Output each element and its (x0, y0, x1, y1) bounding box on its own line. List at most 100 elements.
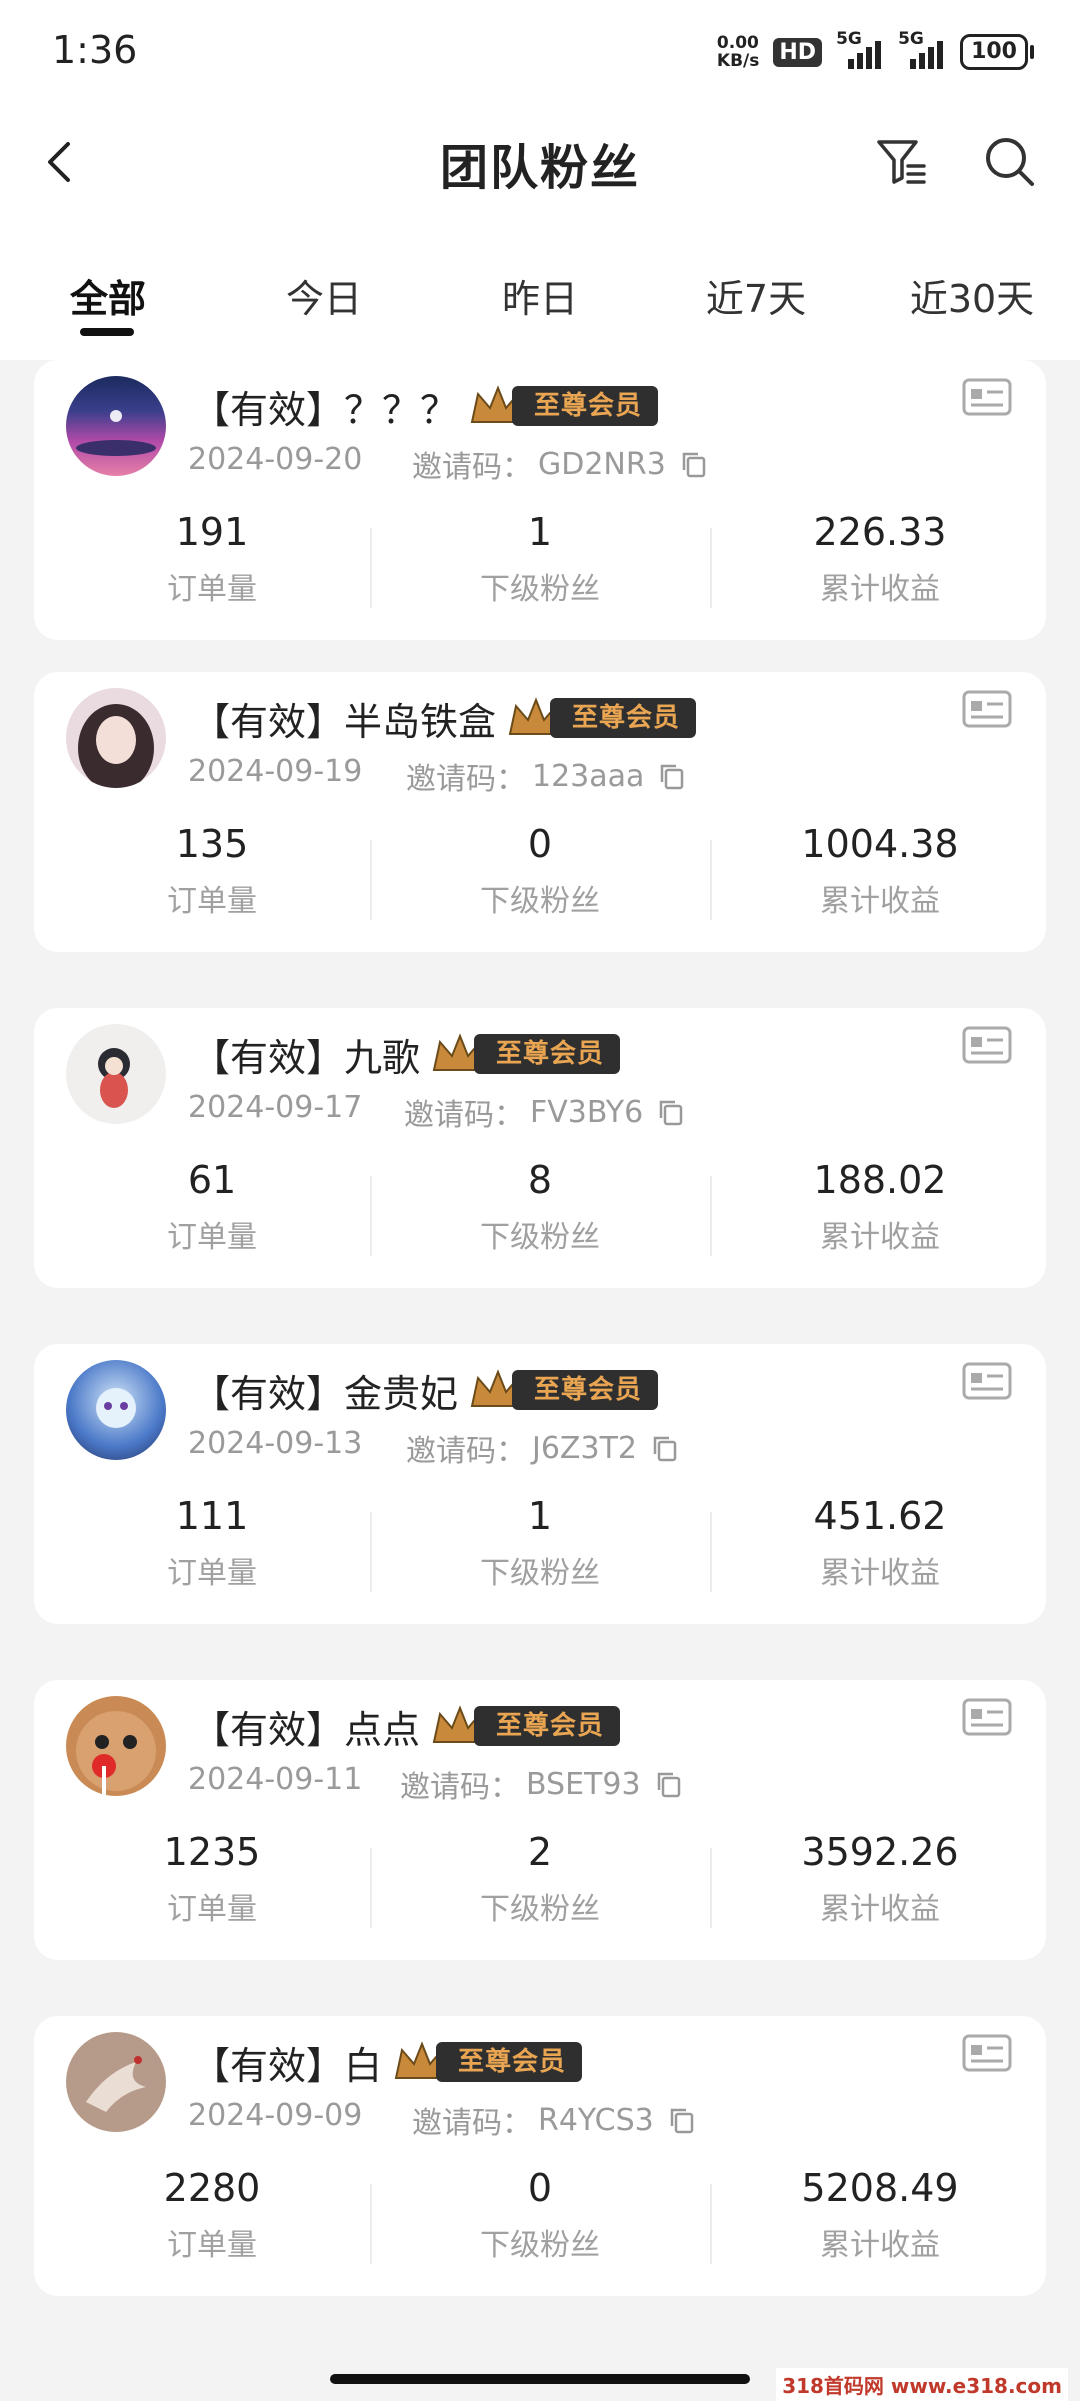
copy-icon[interactable] (651, 1434, 679, 1462)
join-date: 2024-09-13 (188, 1426, 363, 1461)
invite-label: 邀请码： (412, 450, 532, 485)
fans-value: 0 (527, 2166, 553, 2210)
id-card-icon[interactable] (962, 1362, 1012, 1400)
divider (370, 840, 372, 920)
status-icons: 0.00 KB/s HD 5G 5G 100 (717, 29, 1034, 74)
orders-value: 191 (175, 510, 249, 554)
fans-label: 下级粉丝 (480, 884, 600, 919)
invite-code-value: 123aaa (532, 758, 645, 794)
fan-card[interactable]: 【有效】？？？ 至尊会员 2024-09-20 邀请码： GD2NR3 191 订… (34, 360, 1046, 640)
vip-badge-label: 至尊会员 (512, 1370, 659, 1410)
fans-stat: 0 下级粉丝 (420, 2166, 660, 2264)
orders-stat: 61 订单量 (92, 1158, 332, 1256)
fan-stats: 2280 订单量 0 下级粉丝 5208.49 累计收益 (34, 2166, 1046, 2266)
fans-label: 下级粉丝 (480, 1892, 600, 1927)
id-card-icon[interactable] (962, 2034, 1012, 2072)
fans-value: 1 (527, 510, 553, 554)
copy-icon[interactable] (657, 1098, 685, 1126)
earnings-label: 累计收益 (820, 2228, 940, 2263)
net-speed: 0.00 KB/s (717, 34, 759, 70)
avatar (66, 376, 166, 476)
invite-code: 邀请码： BSET93 (400, 1762, 683, 1806)
fans-label: 下级粉丝 (480, 572, 600, 607)
signal-icon-2: 5G (898, 29, 946, 69)
id-card-icon[interactable] (962, 378, 1012, 416)
tab-7-days[interactable]: 近7天 (676, 268, 836, 323)
orders-stat: 135 订单量 (92, 822, 332, 920)
fans-stat: 1 下级粉丝 (420, 510, 660, 608)
earnings-stat: 1004.38 累计收益 (760, 822, 1000, 920)
active-tab-indicator (80, 328, 134, 336)
fan-card[interactable]: 【有效】点点 至尊会员 2024-09-11 邀请码： BSET93 1235 订… (34, 1680, 1046, 1960)
tab-all[interactable]: 全部 (28, 268, 188, 323)
fan-name: 【有效】点点 (192, 1707, 421, 1752)
divider (710, 528, 712, 608)
divider (710, 1848, 712, 1928)
orders-label: 订单量 (167, 2228, 257, 2263)
join-date: 2024-09-19 (188, 754, 363, 789)
signal-label: 5G (836, 29, 862, 49)
fan-name: 【有效】半岛铁盒 (192, 699, 497, 744)
fan-name-row: 【有效】？？？ 至尊会员 (192, 376, 659, 436)
fan-name-row: 【有效】半岛铁盒 至尊会员 (192, 688, 697, 748)
earnings-value: 451.62 (813, 1494, 947, 1538)
vip-badge-label: 至尊会员 (550, 698, 697, 738)
invite-code: 邀请码： GD2NR3 (412, 442, 708, 486)
earnings-stat: 3592.26 累计收益 (760, 1830, 1000, 1928)
earnings-label: 累计收益 (820, 572, 940, 607)
battery-icon: 100 (960, 34, 1034, 70)
tab-today[interactable]: 今日 (244, 268, 404, 323)
tab-30-days[interactable]: 近30天 (892, 268, 1052, 323)
fan-card[interactable]: 【有效】白 至尊会员 2024-09-09 邀请码： R4YCS3 2280 订单… (34, 2016, 1046, 2296)
fan-card[interactable]: 【有效】半岛铁盒 至尊会员 2024-09-19 邀请码： 123aaa 135… (34, 672, 1046, 952)
orders-stat: 191 订单量 (92, 510, 332, 608)
vip-badge: 至尊会员 (432, 1704, 621, 1748)
earnings-label: 累计收益 (820, 1220, 940, 1255)
home-indicator[interactable] (330, 2374, 750, 2384)
copy-icon[interactable] (655, 1770, 683, 1798)
earnings-stat: 5208.49 累计收益 (760, 2166, 1000, 2264)
join-date: 2024-09-17 (188, 1090, 363, 1125)
copy-icon[interactable] (680, 450, 708, 478)
invite-code-value: FV3BY6 (530, 1094, 644, 1130)
fans-stat: 2 下级粉丝 (420, 1830, 660, 1928)
copy-icon[interactable] (658, 762, 686, 790)
divider (370, 1176, 372, 1256)
earnings-value: 226.33 (813, 510, 947, 554)
orders-stat: 111 订单量 (92, 1494, 332, 1592)
join-date: 2024-09-20 (188, 442, 363, 477)
invite-code: 邀请码： J6Z3T2 (406, 1426, 679, 1470)
orders-label: 订单量 (167, 1556, 257, 1591)
invite-code-value: BSET93 (526, 1766, 641, 1802)
earnings-label: 累计收益 (820, 1892, 940, 1927)
vip-badge-label: 至尊会员 (512, 386, 659, 426)
fan-card[interactable]: 【有效】九歌 至尊会员 2024-09-17 邀请码： FV3BY6 61 订单量… (34, 1008, 1046, 1288)
id-card-icon[interactable] (962, 1698, 1012, 1736)
net-speed-unit: KB/s (716, 51, 760, 71)
id-card-icon[interactable] (962, 1026, 1012, 1064)
fan-name-row: 【有效】点点 至尊会员 (192, 1696, 621, 1756)
vip-badge: 至尊会员 (432, 1032, 621, 1076)
earnings-stat: 226.33 累计收益 (760, 510, 1000, 608)
earnings-stat: 451.62 累计收益 (760, 1494, 1000, 1592)
fan-stats: 191 订单量 1 下级粉丝 226.33 累计收益 (34, 510, 1046, 610)
fan-name: 【有效】九歌 (192, 1035, 421, 1080)
filter-icon[interactable] (874, 134, 928, 188)
fans-label: 下级粉丝 (480, 1556, 600, 1591)
search-icon[interactable] (982, 134, 1036, 188)
fan-card[interactable]: 【有效】金贵妃 至尊会员 2024-09-13 邀请码： J6Z3T2 111 订… (34, 1344, 1046, 1624)
orders-value: 111 (175, 1494, 249, 1538)
watermark: 318首码网 www.e318.com (776, 2368, 1068, 2401)
divider (710, 1512, 712, 1592)
earnings-value: 3592.26 (801, 1830, 959, 1874)
invite-code: 邀请码： R4YCS3 (412, 2098, 696, 2142)
id-card-icon[interactable] (962, 690, 1012, 728)
orders-stat: 2280 订单量 (92, 2166, 332, 2264)
avatar (66, 1360, 166, 1460)
earnings-value: 1004.38 (801, 822, 959, 866)
tab-yesterday[interactable]: 昨日 (460, 268, 620, 323)
fan-name: 【有效】？？？ (192, 387, 459, 432)
fan-stats: 1235 订单量 2 下级粉丝 3592.26 累计收益 (34, 1830, 1046, 1930)
copy-icon[interactable] (668, 2106, 696, 2134)
app-header: 团队粉丝 (0, 100, 1080, 220)
